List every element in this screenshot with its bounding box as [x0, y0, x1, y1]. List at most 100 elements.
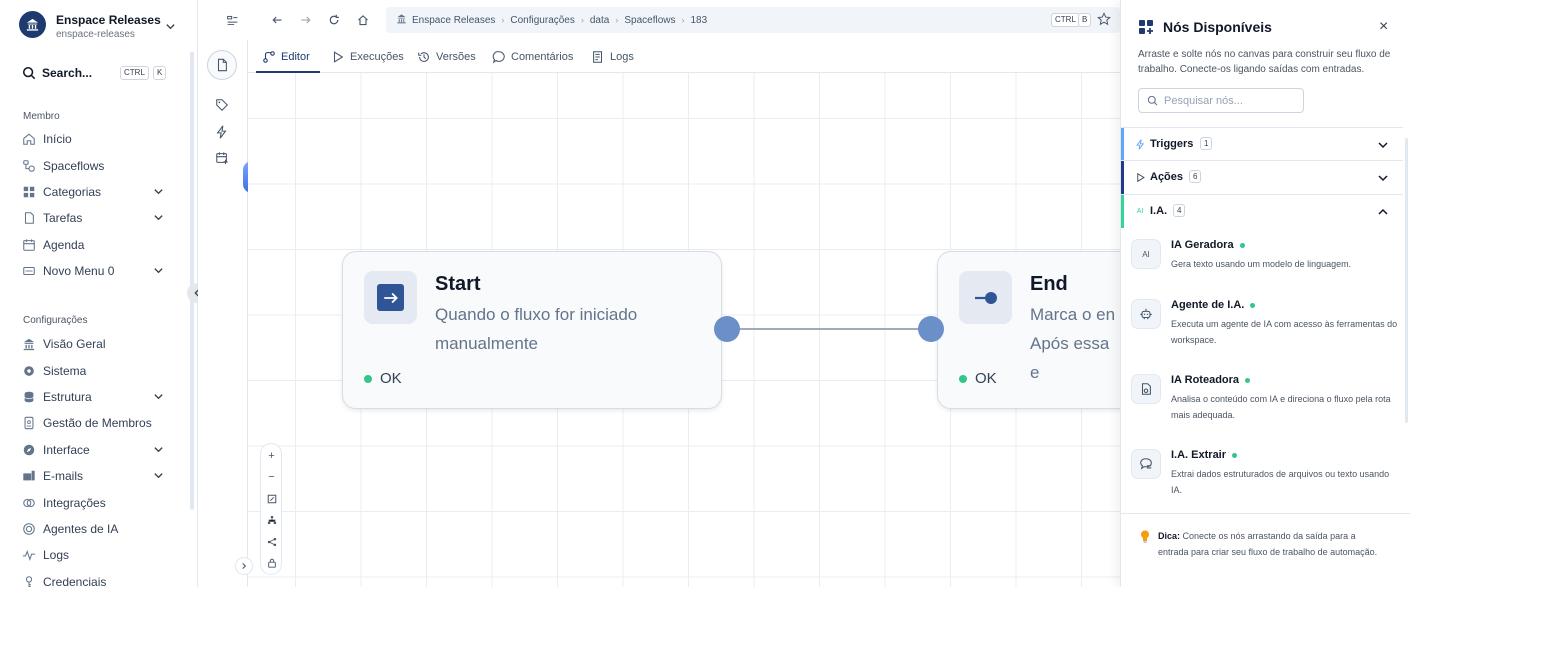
share-nodes-icon[interactable] [265, 535, 278, 548]
ai-generator-icon: AI [1131, 239, 1161, 269]
node-item-label: Agente de I.A. [1171, 299, 1245, 311]
chevron-down-icon [153, 212, 164, 226]
home-icon [22, 132, 36, 146]
sidebar-item-visao-geral[interactable]: Visão Geral [22, 334, 172, 354]
tip-label: Dica: [1158, 531, 1181, 541]
sidebar-item-emails[interactable]: E-mails [22, 466, 172, 486]
chevron-down-icon[interactable] [165, 19, 176, 37]
tab-execucoes[interactable]: Execuções [331, 48, 404, 66]
input-handle[interactable] [918, 316, 944, 342]
breadcrumb-separator-icon: › [501, 15, 505, 25]
sidebar-item-integracoes[interactable]: Integrações [22, 493, 172, 513]
sidebar-item-sistema[interactable]: Sistema [22, 361, 172, 381]
sidebar-item-estrutura[interactable]: Estrutura [22, 387, 172, 407]
output-handle[interactable] [714, 316, 740, 342]
chevron-down-icon [153, 186, 164, 200]
sidebar-toggle-icon[interactable] [225, 13, 239, 27]
flow-canvas[interactable]: Start Quando o fluxo for iniciado manual… [248, 73, 1120, 587]
router-icon [1131, 374, 1161, 404]
panel-description: Arraste e solte nós no canvas para const… [1138, 49, 1391, 75]
tab-comentarios[interactable]: Comentários [492, 48, 573, 66]
sidebar-item-spaceflows[interactable]: Spaceflows [22, 156, 172, 176]
breadcrumb-item[interactable]: 183 [690, 15, 707, 26]
category-ia[interactable]: AI I.A. 4 [1121, 194, 1403, 228]
chevron-right-icon [242, 562, 247, 570]
shortcut-key-b: B [1078, 13, 1092, 27]
node-end[interactable]: End Marca o en Após essa e OK [937, 251, 1120, 409]
tab-editor[interactable]: Editor [262, 48, 310, 66]
tab-logs[interactable]: Logs [591, 48, 634, 66]
tip-body: Conecte os nós arrastando da saída para … [1158, 531, 1378, 557]
expand-rail-button[interactable] [235, 557, 253, 575]
sidebar-item-novo-menu[interactable]: Novo Menu 0 [22, 261, 172, 281]
document-button[interactable] [207, 50, 237, 80]
node-status: OK [364, 370, 402, 387]
sidebar-item-agentes-ia[interactable]: Agentes de IA [22, 519, 172, 539]
fit-view-icon[interactable] [265, 492, 278, 505]
node-search-field[interactable] [1138, 88, 1304, 113]
workspace-switcher[interactable]: Enspace Releases enspace-releases [19, 11, 189, 43]
ai-agent-icon [22, 522, 36, 536]
node-item-label: IA Roteadora [1171, 374, 1240, 386]
status-dot [364, 374, 372, 383]
node-item-label: I.A. Extrair [1171, 449, 1227, 461]
sidebar-item-label: Estrutura [43, 390, 92, 404]
sidebar-item-interface[interactable]: Interface [22, 440, 172, 460]
compass-icon [22, 443, 36, 457]
tag-icon[interactable] [214, 97, 230, 113]
category-acoes[interactable]: Ações 6 [1121, 160, 1403, 194]
star-icon[interactable] [1097, 12, 1111, 29]
extract-icon [1131, 449, 1161, 479]
status-dot [1239, 242, 1245, 248]
tab-label: Logs [610, 51, 634, 63]
sidebar-item-inicio[interactable]: Início [22, 129, 172, 149]
category-accent [1121, 161, 1124, 194]
breadcrumb-item[interactable]: data [590, 15, 609, 26]
breadcrumb-item[interactable]: Configurações [510, 15, 574, 26]
back-arrow-icon[interactable] [270, 13, 284, 27]
sidebar-item-logs[interactable]: Logs [22, 545, 172, 565]
category-count-badge: 6 [1189, 170, 1202, 183]
category-count-badge: 4 [1173, 204, 1186, 217]
breadcrumb-item[interactable]: Enspace Releases [412, 15, 495, 26]
sidebar-item-categorias[interactable]: Categorias [22, 182, 172, 202]
search-button[interactable]: Search... CTRL K [22, 64, 170, 82]
chevron-down-icon [1377, 138, 1389, 156]
lock-icon[interactable] [265, 556, 278, 569]
close-button[interactable]: × [1379, 18, 1388, 36]
tab-versoes[interactable]: Versões [417, 48, 476, 66]
sidebar-item-tarefas[interactable]: Tarefas [22, 208, 172, 228]
node-icon-box [364, 271, 417, 324]
sidebar-item-agenda[interactable]: Agenda [22, 235, 172, 255]
sidebar-item-credenciais[interactable]: Credenciais [22, 572, 172, 587]
node-title: End [1030, 273, 1068, 295]
sidebar-scrollbar[interactable] [190, 52, 194, 510]
lightbulb-icon [1140, 530, 1150, 548]
sidebar-item-label: Categorias [43, 185, 102, 199]
category-triggers[interactable]: Triggers 1 [1121, 127, 1403, 161]
editor-tabs: Editor Execuções Versões Comentários Log… [248, 40, 1120, 73]
breadcrumb-item[interactable]: Spaceflows [624, 15, 675, 26]
edge-start-end[interactable] [728, 328, 930, 330]
ai-icon: AI [1136, 207, 1144, 215]
sidebar-item-label: Credenciais [43, 575, 107, 587]
refresh-icon[interactable] [327, 13, 341, 27]
category-count-badge: 1 [1200, 137, 1213, 150]
spaceflows-icon [22, 159, 36, 173]
zoom-out-button[interactable]: − [265, 470, 278, 483]
sidebar-item-gestao-membros[interactable]: Gestão de Membros [22, 413, 172, 433]
tip-text: Dica: Conecte os nós arrastando da saída… [1158, 528, 1383, 560]
home-icon[interactable] [356, 13, 370, 27]
chevron-down-icon [153, 265, 164, 279]
search-label: Search... [42, 66, 93, 80]
node-start[interactable]: Start Quando o fluxo for iniciado manual… [342, 251, 722, 409]
panel-scrollbar[interactable] [1405, 138, 1408, 423]
tab-label: Editor [281, 51, 310, 63]
shortcut-key-ctrl: CTRL [1051, 13, 1080, 27]
calendar-add-icon[interactable] [214, 150, 230, 166]
lightning-icon[interactable] [214, 124, 230, 140]
layout-tree-icon[interactable] [265, 513, 278, 526]
node-search-input[interactable] [1164, 94, 1294, 107]
forward-arrow-icon[interactable] [299, 13, 313, 27]
zoom-in-button[interactable]: + [265, 449, 278, 462]
